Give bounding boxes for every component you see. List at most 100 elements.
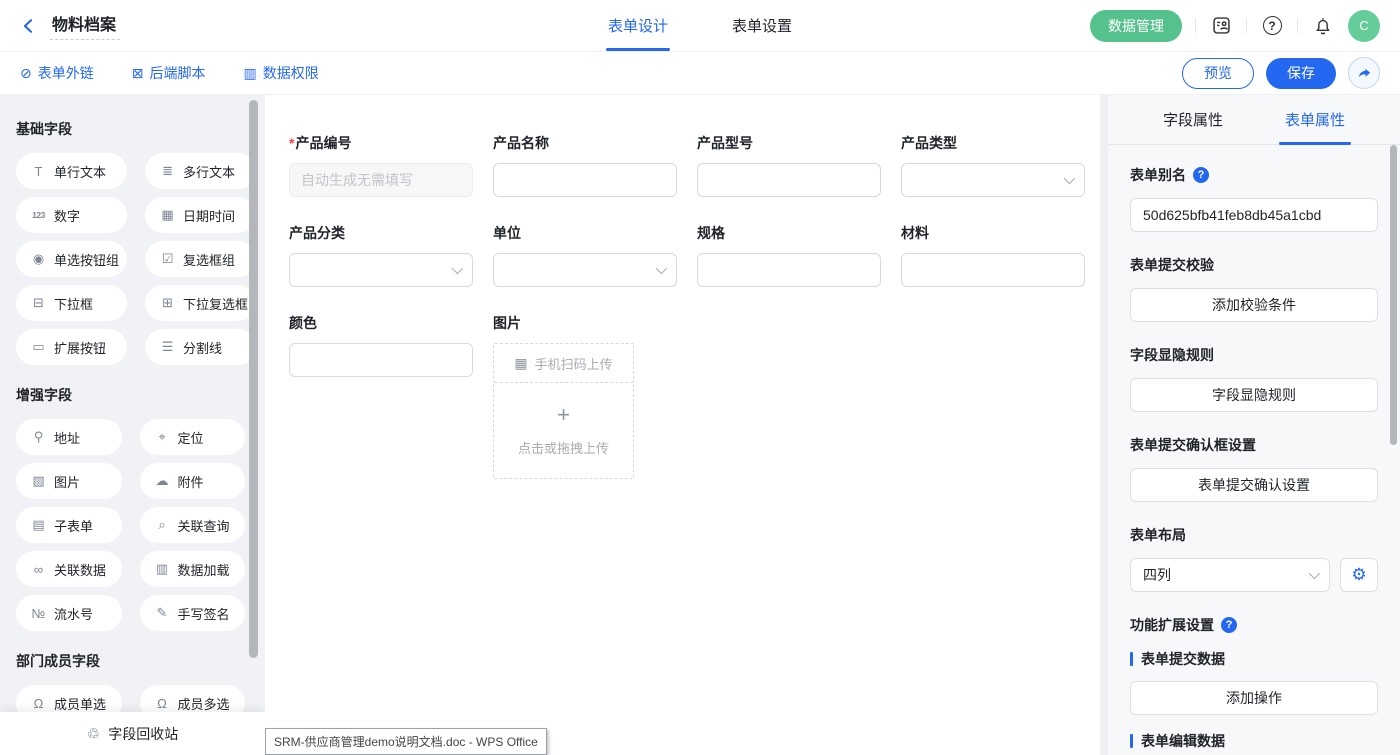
avatar[interactable]: C [1348,10,1380,42]
back-button[interactable] [20,17,38,35]
save-button[interactable]: 保存 [1266,58,1336,89]
sidebar-item-label: 子表单 [54,516,93,535]
sidebar-item-divider-line[interactable]: ☰分割线 [145,329,256,365]
sidebar-item-serial-number[interactable]: №流水号 [16,595,122,631]
field-label: 规格 [697,223,881,243]
form-submit-confirm-button[interactable]: 表单提交确认设置 [1130,468,1378,502]
sidebar-item-datetime[interactable]: ▦日期时间 [145,197,256,233]
header-tabs: 表单设计 表单设置 [608,0,792,51]
form-field-product-name[interactable]: 产品名称 [493,133,677,197]
field-pill-grid: ⚲地址 ⌖定位 ▧图片 ☁附件 ▤子表单 ⌕关联查询 ∞关联数据 ▥数据加载 №流水号 ✎手写签名 [16,419,245,631]
chevron-down-icon [1309,568,1320,579]
drop-upload-label: 点击或拖拽上传 [518,438,609,457]
signature-icon: ✎ [155,605,170,621]
form-field-product-category[interactable]: 产品分类 [289,223,473,287]
prop-label: 表单布局 [1130,525,1378,545]
sidebar-item-image[interactable]: ▧图片 [16,463,122,499]
spec-input[interactable] [697,253,881,287]
sidebar-item-linked-query[interactable]: ⌕关联查询 [140,507,246,543]
prop-label-text: 表单编辑数据 [1141,731,1225,751]
toolbar-link-data-permission[interactable]: ▥数据权限 [243,63,318,83]
sidebar-item-multi-line-text[interactable]: ≣多行文本 [145,153,256,189]
prop-label: 表单别名? [1130,165,1378,185]
manual-icon[interactable] [1209,14,1233,38]
form-layout-row: 四列 ⚙ [1130,558,1378,592]
form-alias-input[interactable] [1130,198,1378,232]
unit-select[interactable] [493,253,677,287]
sidebar-item-subform[interactable]: ▤子表单 [16,507,122,543]
product-model-input[interactable] [697,163,881,197]
sidebar-item-radio-group[interactable]: ◉单选按钮组 [16,241,127,277]
form-submit-data-button[interactable]: 添加操作 [1130,681,1378,715]
product-type-select[interactable] [901,163,1085,197]
gear-icon: ⚙ [1351,565,1366,585]
sidebar-item-address[interactable]: ⚲地址 [16,419,122,455]
data-manage-button[interactable]: 数据管理 [1090,10,1182,42]
help-badge-icon[interactable]: ? [1221,617,1237,633]
product-code-input[interactable] [289,163,473,197]
form-field-material[interactable]: 材料 [901,223,1085,287]
sidebar-item-checkbox-group[interactable]: ☑复选框组 [145,241,256,277]
sidebar-item-dropdown[interactable]: ⊟下拉框 [16,285,127,321]
toolbar-link-backend-script[interactable]: ⊠后端脚本 [132,63,206,83]
sidebar-item-extend-button[interactable]: ▭扩展按钮 [16,329,127,365]
sidebar-item-attachment[interactable]: ☁附件 [140,463,246,499]
toolbar-link-form-external-link[interactable]: ⊘表单外链 [20,63,94,83]
image-upload-area: ▦手机扫码上传 + 点击或拖拽上传 [493,343,634,479]
form-field-product-model[interactable]: 产品型号 [697,133,881,197]
divider [1195,18,1196,33]
scan-upload-button[interactable]: ▦手机扫码上传 [493,343,634,383]
blue-bar-marker [1130,734,1133,748]
form-canvas[interactable]: *产品编号产品名称产品型号产品类型产品分类单位规格材料颜色图片 ▦手机扫码上传 + 点… [265,95,1100,755]
prop-sub-label: 表单提交数据 [1130,649,1378,669]
sidebar-item-linked-data[interactable]: ∞关联数据 [16,551,122,587]
blue-bar-marker [1130,652,1133,666]
notification-bell-icon[interactable] [1311,14,1335,38]
tab-form-settings[interactable]: 表单设置 [732,0,792,51]
sidebar-item-locate[interactable]: ⌖定位 [140,419,246,455]
sidebar-scrollbar[interactable] [249,100,258,658]
sidebar-item-data-load[interactable]: ▥数据加载 [140,551,246,587]
page-title[interactable]: 物料档案 [50,11,120,40]
form-field-product-type[interactable]: 产品类型 [901,133,1085,197]
sidebar-item-signature[interactable]: ✎手写签名 [140,595,246,631]
tab-field-properties[interactable]: 字段属性 [1163,95,1223,144]
tab-form-properties[interactable]: 表单属性 [1285,95,1345,144]
help-badge-icon[interactable]: ? [1193,167,1209,183]
sidebar-item-single-line-text[interactable]: T单行文本 [16,153,127,189]
tab-form-design[interactable]: 表单设计 [608,0,668,51]
preview-button[interactable]: 预览 [1182,58,1254,89]
sidebar-item-multi-dropdown[interactable]: ⊞下拉复选框 [145,285,256,321]
field-recycle-bin-button[interactable]: ♲ 字段回收站 [0,712,265,755]
color-input[interactable] [289,343,473,377]
form-field-spec[interactable]: 规格 [697,223,881,287]
prop-section-form-submit-data: 表单提交数据添加操作 [1130,649,1378,715]
material-input[interactable] [901,253,1085,287]
prop-label: 表单提交校验 [1130,255,1378,275]
form-submit-validation-button[interactable]: 添加校验条件 [1130,288,1378,322]
form-field-color[interactable]: 颜色 [289,313,473,377]
field-visibility-rules-button[interactable]: 字段显隐规则 [1130,378,1378,412]
share-button[interactable] [1348,57,1380,89]
field-label: 图片 [493,313,677,333]
form-layout-select[interactable]: 四列 [1130,558,1330,592]
product-category-select[interactable] [289,253,473,287]
product-name-input[interactable] [493,163,677,197]
form-field-product-code[interactable]: *产品编号 [289,133,473,197]
form-field-product-image[interactable]: 图片 ▦手机扫码上传 + 点击或拖拽上传 [493,313,677,479]
prop-section-form-submit-validation: 表单提交校验添加校验条件 [1130,255,1378,322]
backend-script-icon: ⊠ [132,65,144,82]
attachment-icon: ☁ [155,473,170,489]
checkbox-group-icon: ☑ [160,251,175,267]
help-icon[interactable]: ? [1260,14,1284,38]
qr-code-icon: ▦ [514,355,527,372]
sidebar-item-number[interactable]: 123数字 [16,197,127,233]
image-drop-area[interactable]: + 点击或拖拽上传 [493,382,634,479]
panel-scrollbar[interactable] [1390,145,1397,445]
properties-panel: 字段属性 表单属性 表单别名?表单提交校验添加校验条件字段显隐规则字段显隐规则表… [1108,95,1400,755]
sidebar-item-label: 定位 [178,428,204,447]
sidebar-item-label: 多行文本 [183,162,235,181]
form-field-unit[interactable]: 单位 [493,223,677,287]
plus-icon: + [557,404,570,426]
layout-gear-button[interactable]: ⚙ [1340,558,1378,592]
